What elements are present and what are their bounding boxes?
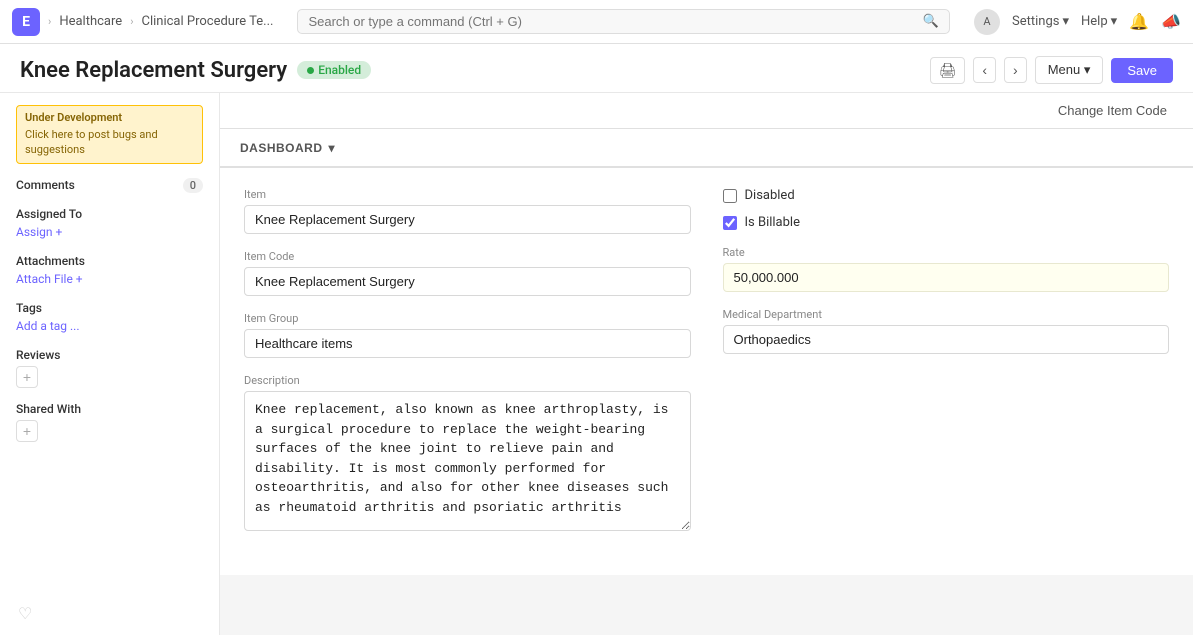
is-billable-checkbox[interactable] — [723, 216, 737, 230]
dashboard-chevron-icon: ▾ — [329, 141, 336, 155]
next-button[interactable]: › — [1004, 57, 1027, 83]
sidebar-assigned-section: Assigned To Assign + — [16, 207, 203, 240]
form-row: Item Item Code Item Group Description Kn… — [244, 188, 1169, 551]
form-section: Item Item Code Item Group Description Kn… — [220, 167, 1193, 575]
tags-label: Tags — [16, 301, 42, 315]
page-header: Knee Replacement Surgery Enabled 🖨 ‹ › M… — [0, 44, 1193, 93]
breadcrumb-chevron-2: › — [130, 15, 133, 28]
shared-add-button[interactable]: + — [16, 420, 38, 442]
comments-count: 0 — [183, 178, 203, 193]
form-col-left: Item Item Code Item Group Description Kn… — [244, 188, 691, 551]
navbar: E › Healthcare › Clinical Procedure Te..… — [0, 0, 1193, 44]
breadcrumb-chevron-1: › — [48, 15, 51, 28]
comments-header: Comments 0 — [16, 178, 203, 193]
dashboard-bar: DASHBOARD ▾ — [220, 129, 1193, 167]
form-col-right: Disabled Is Billable Rate Medical Depart… — [723, 188, 1170, 551]
item-group-label: Item Group — [244, 312, 691, 325]
megaphone-icon[interactable]: 📣 — [1161, 12, 1181, 31]
disabled-checkbox-row: Disabled — [723, 188, 1170, 203]
tags-header: Tags — [16, 301, 203, 315]
sidebar: Under Development Click here to post bug… — [0, 93, 220, 635]
reviews-header: Reviews — [16, 348, 203, 362]
rate-field-group: Rate — [723, 246, 1170, 292]
item-input[interactable] — [244, 205, 691, 234]
save-button[interactable]: Save — [1111, 58, 1173, 83]
page-title: Knee Replacement Surgery — [20, 58, 287, 83]
item-group-input[interactable] — [244, 329, 691, 358]
status-label: Enabled — [318, 63, 361, 77]
sidebar-reviews-section: Reviews + — [16, 348, 203, 388]
search-input[interactable] — [308, 14, 916, 29]
heart-icon: ♡ — [18, 604, 32, 623]
print-button[interactable]: 🖨 — [930, 57, 966, 84]
item-field-group: Item — [244, 188, 691, 234]
shared-header: Shared With — [16, 402, 203, 416]
medical-dept-input[interactable] — [723, 325, 1170, 354]
medical-dept-field-group: Medical Department — [723, 308, 1170, 354]
disabled-checkbox[interactable] — [723, 189, 737, 203]
item-label: Item — [244, 188, 691, 201]
item-code-field-group: Item Code — [244, 250, 691, 296]
comments-label: Comments — [16, 178, 75, 192]
sidebar-comments-section: Comments 0 — [16, 178, 203, 193]
search-bar[interactable]: 🔍 — [297, 9, 950, 34]
status-dot — [307, 67, 314, 74]
disabled-label: Disabled — [745, 188, 795, 203]
change-item-code-button[interactable]: Change Item Code — [1052, 101, 1173, 120]
title-area: Knee Replacement Surgery Enabled — [20, 58, 371, 83]
rate-label: Rate — [723, 246, 1170, 259]
menu-button[interactable]: Menu ▾ — [1035, 56, 1104, 84]
breadcrumb-healthcare[interactable]: Healthcare — [59, 14, 122, 29]
dashboard-button[interactable]: DASHBOARD ▾ — [240, 141, 335, 155]
item-code-label: Item Code — [244, 250, 691, 263]
brand-logo: E — [12, 8, 40, 36]
prev-button[interactable]: ‹ — [973, 57, 996, 83]
item-group-field-group: Item Group — [244, 312, 691, 358]
attachments-label: Attachments — [16, 254, 85, 268]
attachments-header: Attachments — [16, 254, 203, 268]
page-actions: 🖨 ‹ › Menu ▾ Save — [930, 56, 1173, 84]
assign-button[interactable]: Assign + — [16, 225, 62, 239]
sidebar-attachments-section: Attachments Attach File + — [16, 254, 203, 287]
main-layout: Under Development Click here to post bug… — [0, 93, 1193, 635]
settings-button[interactable]: Settings ▾ — [1012, 14, 1069, 29]
dev-banner-title: Under Development — [25, 111, 194, 124]
navbar-right: A Settings ▾ Help ▾ 🔔 📣 — [974, 9, 1181, 35]
status-badge: Enabled — [297, 61, 371, 79]
sidebar-shared-section: Shared With + — [16, 402, 203, 442]
search-icon: 🔍 — [923, 14, 939, 29]
dashboard-label: DASHBOARD — [240, 141, 323, 155]
medical-dept-label: Medical Department — [723, 308, 1170, 321]
rate-input[interactable] — [723, 263, 1170, 292]
attach-file-button[interactable]: Attach File + — [16, 272, 83, 286]
content-topbar: Change Item Code — [220, 93, 1193, 129]
description-textarea[interactable]: Knee replacement, also known as knee art… — [244, 391, 691, 531]
breadcrumb-clinical[interactable]: Clinical Procedure Te... — [142, 14, 274, 29]
assigned-label: Assigned To — [16, 207, 82, 221]
reviews-add-row: + — [16, 366, 203, 388]
notification-icon[interactable]: 🔔 — [1129, 12, 1149, 31]
content-area: Change Item Code DASHBOARD ▾ Item Item C… — [220, 93, 1193, 635]
reviews-label: Reviews — [16, 348, 60, 362]
disabled-checkbox-group: Disabled Is Billable — [723, 188, 1170, 230]
shared-add-row: + — [16, 420, 203, 442]
dev-banner-text: Click here to post bugs and suggestions — [25, 127, 194, 158]
description-label: Description — [244, 374, 691, 387]
description-field-group: Description Knee replacement, also known… — [244, 374, 691, 535]
is-billable-label: Is Billable — [745, 215, 800, 230]
avatar: A — [974, 9, 1000, 35]
help-button[interactable]: Help ▾ — [1081, 14, 1117, 29]
assigned-header: Assigned To — [16, 207, 203, 221]
billable-checkbox-row: Is Billable — [723, 215, 1170, 230]
reviews-add-button[interactable]: + — [16, 366, 38, 388]
dev-banner[interactable]: Under Development Click here to post bug… — [16, 105, 203, 164]
sidebar-tags-section: Tags Add a tag ... — [16, 301, 203, 334]
add-tag-button[interactable]: Add a tag ... — [16, 319, 80, 333]
item-code-input[interactable] — [244, 267, 691, 296]
shared-label: Shared With — [16, 402, 81, 416]
